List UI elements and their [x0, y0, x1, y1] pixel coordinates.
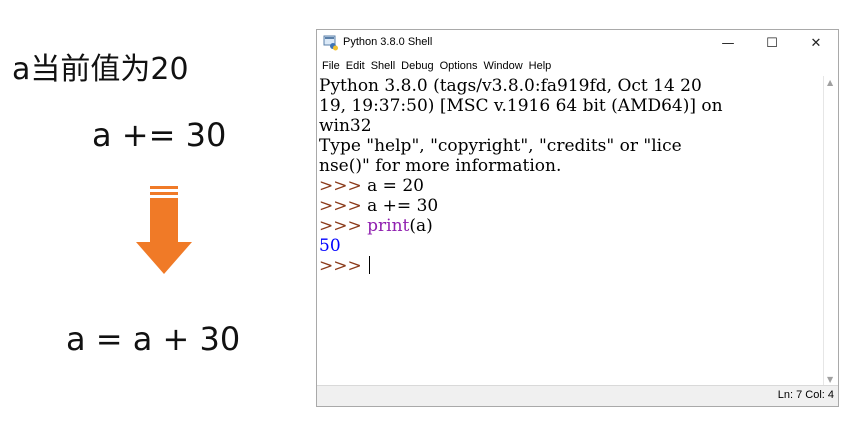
maximize-button[interactable]: ☐ [750, 30, 794, 56]
equivalent-expression: a = a + 30 [66, 320, 241, 358]
banner-line: Type "help", "copyright", "credits" or "… [319, 136, 682, 156]
window-title: Python 3.8.0 Shell [343, 36, 433, 48]
banner-line: nse()" for more information. [319, 156, 562, 176]
menu-options[interactable]: Options [437, 60, 481, 72]
scroll-down-icon[interactable]: ▼ [827, 375, 833, 384]
shell-text-area[interactable]: Python 3.8.0 (tags/v3.8.0:fa919fd, Oct 1… [319, 76, 824, 386]
title-bar[interactable]: Python 3.8.0 Shell — ☐ ✕ [317, 30, 838, 56]
augmented-assignment-expression: a += 30 [92, 116, 227, 154]
banner-line: 19, 19:37:50) [MSC v.1916 64 bit (AMD64)… [319, 96, 723, 116]
down-arrow-icon [136, 186, 192, 274]
print-args: (a) [409, 216, 433, 236]
annotation-title: a当前值为20 [12, 52, 189, 87]
menu-shell[interactable]: Shell [368, 60, 398, 72]
close-button[interactable]: ✕ [794, 30, 838, 56]
command-text: a += 30 [367, 196, 439, 216]
menu-bar: File Edit Shell Debug Options Window Hel… [317, 56, 838, 75]
menu-file[interactable]: File [319, 60, 343, 72]
command-line: >>> a = 20 [319, 176, 824, 196]
banner-line: Python 3.8.0 (tags/v3.8.0:fa919fd, Oct 1… [319, 76, 702, 96]
cursor-position: Ln: 7 Col: 4 [777, 389, 834, 401]
idle-shell-window: Python 3.8.0 Shell — ☐ ✕ File Edit Shell… [316, 29, 839, 407]
text-cursor [369, 256, 371, 274]
prompt: >>> [319, 216, 362, 236]
python-idle-icon [323, 35, 338, 51]
banner-line: win32 [319, 116, 372, 136]
active-prompt-line[interactable]: >>> [319, 256, 824, 276]
scroll-up-icon[interactable]: ▲ [827, 78, 833, 87]
vertical-scrollbar[interactable]: ▲ ▼ [823, 76, 838, 386]
command-line: >>> a += 30 [319, 196, 824, 216]
prompt: >>> [319, 176, 362, 196]
command-line: >>> print(a) [319, 216, 824, 236]
prompt: >>> [319, 256, 362, 276]
prompt: >>> [319, 196, 362, 216]
menu-debug[interactable]: Debug [398, 60, 436, 72]
menu-window[interactable]: Window [481, 60, 526, 72]
minimize-button[interactable]: — [706, 30, 750, 56]
status-bar: Ln: 7 Col: 4 [317, 385, 838, 406]
menu-help[interactable]: Help [526, 60, 555, 72]
stdout-line: 50 [319, 236, 341, 256]
print-keyword: print [367, 216, 410, 236]
menu-edit[interactable]: Edit [343, 60, 368, 72]
command-text: a = 20 [367, 176, 424, 196]
